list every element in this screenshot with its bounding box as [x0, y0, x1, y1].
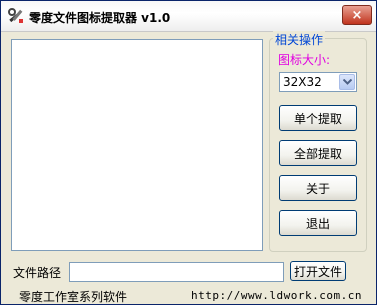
title-bar[interactable]: 零度文件图标提取器 v1.0 × [1, 1, 376, 32]
extract-all-button[interactable]: 全部提取 [279, 140, 357, 166]
tools-icon [7, 8, 25, 24]
icon-size-select[interactable]: 32X32 [279, 72, 357, 92]
window-title: 零度文件图标提取器 v1.0 [29, 11, 171, 25]
icon-size-value: 32X32 [283, 75, 322, 89]
file-path-label: 文件路径 [13, 266, 62, 280]
extract-one-label: 单个提取 [293, 111, 342, 126]
close-button[interactable]: × [342, 5, 372, 25]
icon-size-label: 图标大小: [278, 53, 331, 67]
studio-label: 零度工作室系列软件 [19, 290, 128, 304]
exit-button[interactable]: 退出 [279, 210, 357, 236]
open-file-button[interactable]: 打开文件 [290, 261, 346, 281]
extract-one-button[interactable]: 单个提取 [279, 105, 357, 131]
website-url: http://www.ldwork.com.cn [191, 289, 362, 302]
exit-label: 退出 [305, 216, 330, 231]
operations-group-title: 相关操作 [273, 31, 326, 48]
about-label: 关于 [305, 181, 330, 196]
open-file-label: 打开文件 [293, 264, 342, 279]
extract-all-label: 全部提取 [293, 146, 342, 161]
file-path-input[interactable] [69, 262, 284, 282]
icon-list-area[interactable] [11, 39, 263, 251]
close-icon: × [351, 7, 363, 23]
app-window: 零度文件图标提取器 v1.0 × 相关操作 图标大小: 32X32 单个提取 全… [0, 0, 377, 305]
about-button[interactable]: 关于 [279, 175, 357, 201]
chevron-down-icon[interactable] [339, 74, 355, 90]
